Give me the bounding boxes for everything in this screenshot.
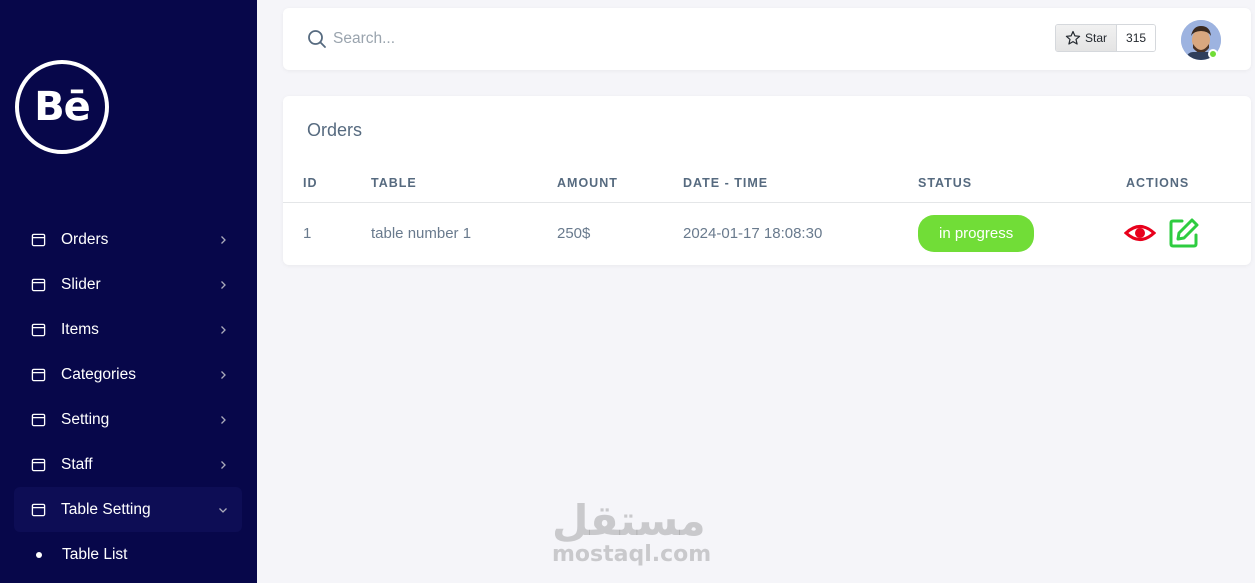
table-header-row: ID TABLE AMOUNT DATE - TIME STATUS ACTIO… [283, 164, 1251, 203]
cell-actions [1124, 202, 1251, 264]
column-header-id: ID [283, 164, 371, 203]
star-icon [1065, 30, 1081, 45]
column-header-status: STATUS [918, 164, 1124, 203]
sidebar-item-label: Table Setting [61, 500, 151, 518]
calendar-icon [31, 368, 46, 382]
chevron-right-icon [221, 460, 226, 469]
card-title: Orders [307, 120, 363, 140]
orders-table: ID TABLE AMOUNT DATE - TIME STATUS ACTIO… [283, 164, 1251, 264]
cell-amount: 250$ [557, 224, 591, 242]
watermark-arabic: مستقل [552, 496, 706, 545]
calendar-icon [31, 278, 46, 292]
column-header-datetime: DATE - TIME [683, 164, 918, 203]
github-star-widget: Star 315 [1055, 24, 1157, 52]
chevron-right-icon [221, 370, 226, 379]
brand-logo[interactable]: Bē [15, 60, 109, 154]
sidebar-item-label: Categories [61, 365, 136, 383]
search-icon [308, 30, 326, 48]
star-label: Star [1085, 31, 1108, 45]
github-star-button[interactable]: Star [1056, 25, 1118, 51]
sidebar-item-setting[interactable]: Setting [14, 397, 242, 442]
calendar-icon [31, 458, 46, 472]
chevron-right-icon [221, 280, 226, 289]
cell-status: in progress [918, 202, 1124, 264]
github-star-count[interactable]: 315 [1117, 25, 1156, 51]
edit-icon[interactable] [1168, 217, 1200, 249]
table-row: 1 table number 1 250$ 2024-01-17 18:08:3… [283, 202, 1251, 264]
chevron-down-icon [219, 507, 227, 513]
sidebar-item-label: Staff [61, 455, 93, 473]
orders-card: Orders ID TABLE AMOUNT DATE - TIME STATU… [283, 96, 1251, 265]
sidebar-item-label: Setting [61, 410, 110, 428]
column-header-actions: ACTIONS [1124, 164, 1251, 203]
sidebar-item-label: Orders [61, 230, 109, 248]
cell-datetime: 2024-01-17 18:08:30 [683, 224, 823, 242]
sidebar-item-label: Items [61, 320, 99, 338]
sidebar-item-staff[interactable]: Staff [14, 442, 242, 487]
watermark: مستقل mostaql.com [552, 496, 712, 568]
sidebar-item-slider[interactable]: Slider [14, 262, 242, 307]
calendar-icon [31, 413, 46, 427]
column-header-table: TABLE [371, 164, 557, 203]
sidebar-item-items[interactable]: Items [14, 307, 242, 352]
calendar-icon [31, 323, 46, 337]
online-status-dot [1208, 49, 1218, 59]
sidebar: Bē Orders Slider Items Categories Settin… [0, 0, 257, 583]
chevron-right-icon [221, 235, 226, 244]
watermark-latin: mostaql.com [552, 542, 712, 567]
column-header-amount: AMOUNT [557, 164, 683, 203]
eye-icon[interactable] [1124, 219, 1156, 247]
sidebar-item-orders[interactable]: Orders [14, 217, 242, 262]
sidebar-subitem-table-list[interactable]: Table List [14, 532, 242, 577]
cell-table: table number 1 [371, 224, 472, 242]
search-input[interactable] [333, 24, 528, 54]
sidebar-item-categories[interactable]: Categories [14, 352, 242, 397]
row-actions [1124, 217, 1251, 249]
status-badge: in progress [918, 214, 1035, 252]
bullet-dot [36, 551, 42, 558]
cell-id: 1 [303, 224, 312, 242]
calendar-icon [31, 503, 46, 517]
sidebar-subitem-label: Table List [62, 545, 128, 563]
sidebar-menu: Orders Slider Items Categories Setting S… [14, 217, 242, 577]
chevron-right-icon [221, 415, 226, 424]
calendar-icon [31, 233, 46, 247]
top-navbar: Star 315 [283, 8, 1251, 70]
sidebar-item-label: Slider [61, 275, 101, 293]
sidebar-item-table-setting[interactable]: Table Setting [14, 487, 242, 532]
chevron-right-icon [221, 325, 226, 334]
